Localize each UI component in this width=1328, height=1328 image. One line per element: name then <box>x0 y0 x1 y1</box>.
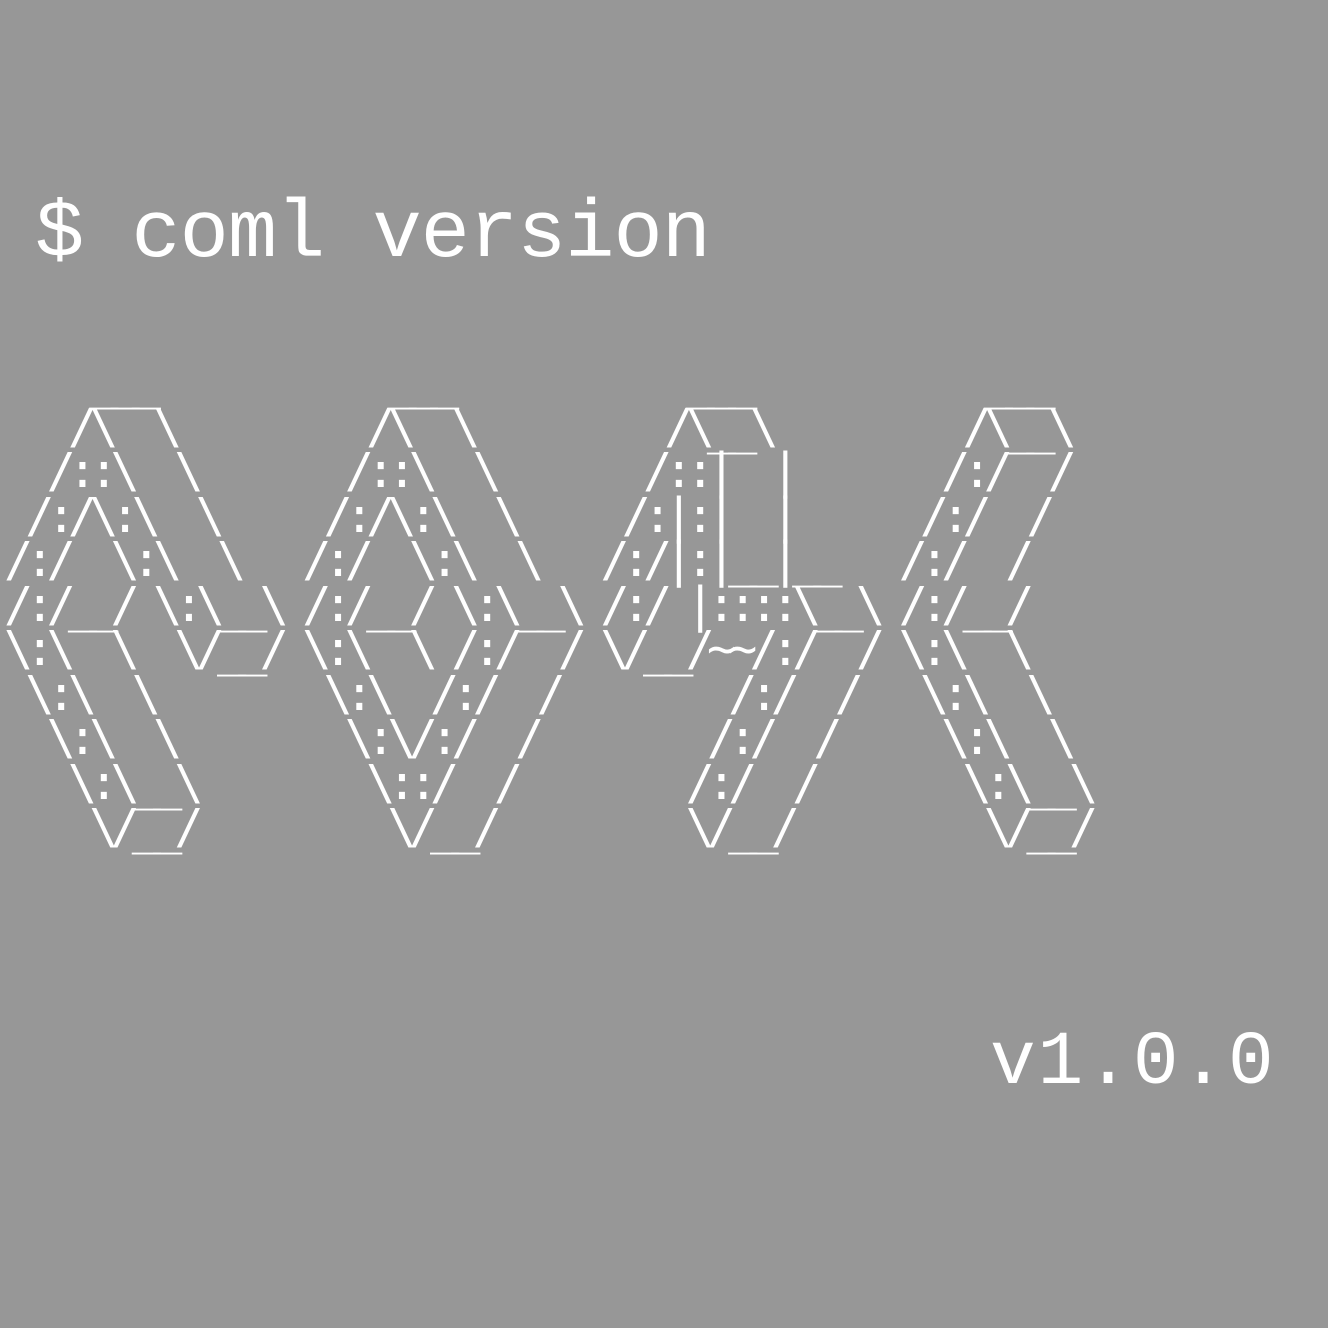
version-output: v1.0.0 <box>990 1020 1276 1106</box>
ascii-logo: ___ ___ ___ ___ /\ \ /\ \ /\__\ /\__\ /:… <box>4 354 1098 855</box>
terminal-window: $ coml version ___ ___ ___ ___ /\ \ /\ \… <box>0 0 1328 1328</box>
command-line: $ coml version <box>35 188 711 281</box>
